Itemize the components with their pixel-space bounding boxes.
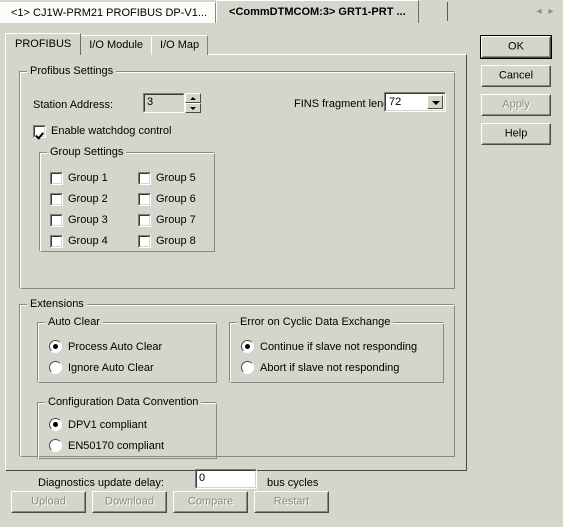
group-6-label: Group 6	[156, 193, 196, 205]
group-2-checkbox[interactable]	[50, 193, 63, 206]
triangle-right-icon[interactable]: ▸	[545, 3, 557, 21]
help-button-label: Help	[504, 127, 528, 140]
error-on-cyclic-title: Error on Cyclic Data Exchange	[237, 316, 394, 328]
compare-button: Compare	[173, 491, 248, 513]
abort-if-slave-not-responding-radio[interactable]	[241, 361, 254, 374]
station-address-value: 3	[147, 96, 154, 108]
chevron-down-icon[interactable]	[427, 95, 443, 109]
upload-button-label: Upload	[31, 495, 66, 508]
document-tab-scroll-buttons[interactable]: ◂ ▸	[533, 3, 563, 21]
group-settings-title: Group Settings	[47, 146, 127, 158]
diagnostics-update-delay-value: 0	[199, 472, 206, 484]
upload-button: Upload	[11, 491, 86, 513]
group-6-checkbox[interactable]	[138, 193, 151, 206]
station-address-spinner[interactable]: 3	[143, 93, 201, 113]
group-8-checkbox[interactable]	[138, 235, 151, 248]
group-3-checkbox[interactable]	[50, 214, 63, 227]
tab-page-profibus: Profibus Settings Station Address: 3 FIN…	[5, 54, 467, 489]
ok-button-label: OK	[508, 40, 524, 53]
process-auto-clear-radio[interactable]	[49, 340, 62, 353]
apply-button: Apply	[481, 94, 551, 116]
group-7-label: Group 7	[156, 214, 196, 226]
group-1-label: Group 1	[68, 172, 108, 184]
group-3-label: Group 3	[68, 214, 108, 226]
diagnostics-update-delay-label: Diagnostics update delay:	[38, 477, 164, 489]
config-data-convention-title: Configuration Data Convention	[45, 396, 202, 408]
document-tab-1[interactable]: <1> CJ1W-PRM21 PROFIBUS DP-V1...	[0, 2, 217, 23]
triangle-down-icon	[190, 107, 196, 110]
document-tab-list: <1> CJ1W-PRM21 PROFIBUS DP-V1... <CommDTM…	[0, 0, 419, 23]
cancel-button-label: Cancel	[498, 69, 534, 82]
apply-button-label: Apply	[502, 98, 530, 111]
group-4-label: Group 4	[68, 235, 108, 247]
auto-clear-title: Auto Clear	[45, 316, 103, 328]
profibus-settings-group: Profibus Settings Station Address: 3 FIN…	[19, 65, 455, 289]
ignore-auto-clear-label: Ignore Auto Clear	[68, 362, 154, 374]
abort-if-slave-not-responding-label: Abort if slave not responding	[260, 362, 400, 374]
fins-fragment-length-select[interactable]: 72	[384, 92, 446, 112]
enable-watchdog-checkbox[interactable]	[33, 125, 46, 138]
group-2-label: Group 2	[68, 193, 108, 205]
config-data-convention-group: Configuration Data Convention DPV1 compl…	[37, 396, 217, 459]
dpv1-compliant-radio[interactable]	[49, 418, 62, 431]
compare-button-label: Compare	[187, 495, 234, 508]
tab-io-map[interactable]: I/O Map	[151, 35, 209, 55]
group-8-label: Group 8	[156, 235, 196, 247]
extensions-group: Extensions Auto Clear Process Auto Clear…	[19, 298, 455, 489]
group-1-checkbox[interactable]	[50, 172, 63, 185]
station-address-spinner-up[interactable]	[185, 93, 201, 103]
diagnostics-update-delay-units: bus cycles	[267, 477, 319, 489]
en50170-compliant-label: EN50170 compliant	[68, 440, 165, 452]
cancel-button[interactable]: Cancel	[481, 65, 551, 87]
help-button[interactable]: Help	[481, 123, 551, 145]
ok-button[interactable]: OK	[480, 35, 552, 59]
document-tab-underline	[0, 23, 563, 25]
tab-io-module[interactable]: I/O Module	[80, 35, 153, 55]
restart-button: Restart	[254, 491, 329, 513]
continue-if-slave-not-responding-label: Continue if slave not responding	[260, 341, 418, 353]
ignore-auto-clear-radio[interactable]	[49, 361, 62, 374]
triangle-left-icon[interactable]: ◂	[533, 3, 545, 21]
group-5-checkbox[interactable]	[138, 172, 151, 185]
error-on-cyclic-group: Error on Cyclic Data Exchange Continue i…	[229, 316, 444, 383]
group-7-checkbox[interactable]	[138, 214, 151, 227]
document-tab-divider	[447, 2, 448, 21]
group-settings-group: Group Settings Group 1 Group 2 Group 3 G…	[39, 146, 215, 252]
download-button: Download	[92, 491, 167, 513]
process-auto-clear-label: Process Auto Clear	[68, 341, 163, 353]
auto-clear-group: Auto Clear Process Auto Clear Ignore Aut…	[37, 316, 217, 383]
en50170-compliant-radio[interactable]	[49, 439, 62, 452]
document-tab-strip: <1> CJ1W-PRM21 PROFIBUS DP-V1... <CommDTM…	[0, 0, 563, 25]
continue-if-slave-not-responding-radio[interactable]	[241, 340, 254, 353]
station-address-spinner-down[interactable]	[185, 103, 201, 113]
fins-fragment-length-value: 72	[389, 96, 402, 108]
property-tab-control: PROFIBUS I/O Module I/O Map Profibus Setti…	[5, 33, 467, 489]
dpv1-compliant-label: DPV1 compliant	[68, 419, 147, 431]
station-address-input[interactable]: 3	[143, 93, 185, 113]
group-4-checkbox[interactable]	[50, 235, 63, 248]
restart-button-label: Restart	[273, 495, 310, 508]
diagnostics-update-delay-input[interactable]: 0	[195, 469, 257, 489]
group-5-label: Group 5	[156, 172, 196, 184]
tab-profibus[interactable]: PROFIBUS	[5, 33, 82, 55]
station-address-label: Station Address:	[33, 99, 114, 111]
triangle-up-icon	[190, 97, 196, 100]
profibus-settings-title: Profibus Settings	[27, 65, 117, 77]
enable-watchdog-label: Enable watchdog control	[51, 125, 172, 137]
download-button-label: Download	[105, 495, 154, 508]
property-tab-headers: PROFIBUS I/O Module I/O Map	[5, 33, 209, 55]
extensions-title: Extensions	[27, 298, 87, 310]
document-tab-2[interactable]: <CommDTMCOM:3> GRT1-PRT ...	[216, 0, 419, 23]
